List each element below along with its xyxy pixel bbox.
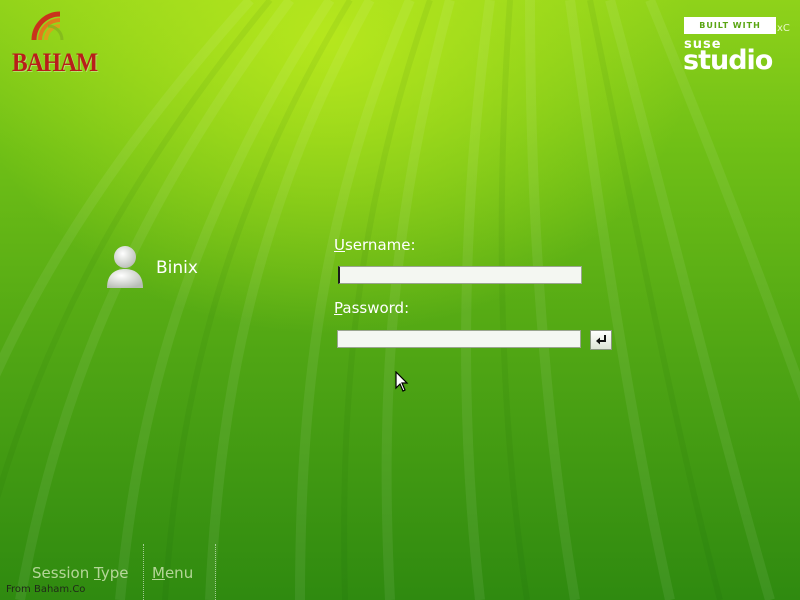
- login-submit-button[interactable]: [590, 330, 612, 350]
- mouse-pointer-icon: [395, 371, 409, 392]
- logo-wordmark: BAHAM: [12, 48, 98, 77]
- user-entry-binix[interactable]: Binix: [104, 244, 224, 294]
- logo-signal-icon: [31, 11, 64, 41]
- password-input[interactable]: [337, 330, 581, 348]
- suse-studio-badge: BUILT WITH xC suse studio: [683, 17, 794, 77]
- menu-separator: [215, 544, 216, 600]
- user-avatar-icon: [107, 246, 143, 288]
- menu-separator: [143, 544, 144, 600]
- enter-arrow-icon: [596, 335, 606, 345]
- menu-button[interactable]: Menu: [152, 564, 193, 582]
- studio-label: studio: [683, 45, 773, 76]
- built-with-label: BUILT WITH: [684, 17, 776, 34]
- session-type-button[interactable]: Session Type: [32, 564, 128, 582]
- baham-logo: BAHAM: [10, 10, 98, 78]
- xc-label: xC: [777, 23, 790, 34]
- footer-credit: From Baham.Co: [6, 584, 86, 595]
- password-label: Password:: [334, 299, 410, 317]
- username-label: Username:: [334, 236, 416, 254]
- user-name: Binix: [156, 258, 198, 278]
- username-input[interactable]: [338, 266, 582, 284]
